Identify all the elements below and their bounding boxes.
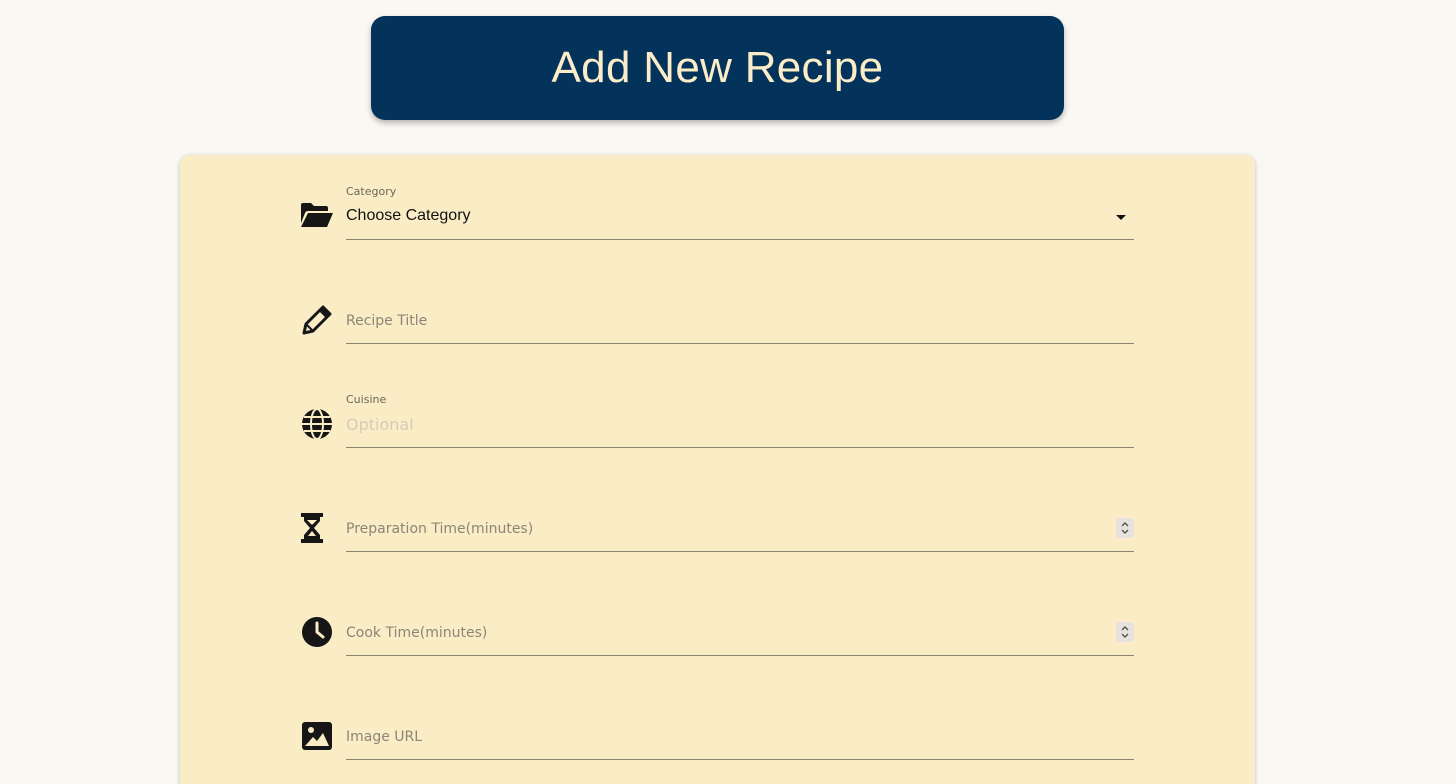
page-title: Add New Recipe [551, 43, 884, 92]
prep-time-placeholder: Preparation Time(minutes) [346, 521, 534, 537]
image-url-field: Image URL [300, 705, 1134, 760]
cuisine-placeholder: Optional [346, 415, 414, 434]
hourglass-icon [300, 511, 324, 545]
cook-time-input[interactable]: Cook Time(minutes) [346, 601, 1134, 656]
pencil-icon [300, 303, 334, 337]
cuisine-label: Cuisine [346, 393, 387, 406]
category-label: Category [346, 185, 397, 198]
image-icon [300, 719, 334, 753]
globe-icon [300, 407, 334, 441]
clock-icon [300, 615, 334, 649]
recipe-title-input[interactable]: Recipe Title [346, 289, 1134, 344]
category-selected-value: Choose Category [346, 207, 471, 224]
cook-time-field: Cook Time(minutes) [300, 601, 1134, 656]
category-select[interactable]: Category Choose Category [346, 185, 1134, 240]
cook-time-stepper[interactable] [1116, 622, 1134, 642]
image-url-input[interactable]: Image URL [346, 705, 1134, 760]
page-header-banner: Add New Recipe [371, 16, 1064, 120]
chevron-down-icon [1116, 215, 1126, 220]
recipe-title-field: Recipe Title [300, 289, 1134, 344]
image-url-placeholder: Image URL [346, 729, 423, 745]
page: Add New Recipe Category Choose Category [0, 0, 1456, 784]
prep-time-stepper[interactable] [1116, 518, 1134, 538]
cuisine-input[interactable]: Cuisine Optional [346, 393, 1134, 448]
recipe-title-placeholder: Recipe Title [346, 313, 428, 329]
cuisine-field: Cuisine Optional [300, 393, 1134, 448]
folder-open-icon [300, 198, 334, 232]
prep-time-field: Preparation Time(minutes) [300, 497, 1134, 552]
cook-time-placeholder: Cook Time(minutes) [346, 625, 488, 641]
category-field: Category Choose Category [300, 185, 1134, 240]
recipe-form: Category Choose Category Recipe Title Cu… [180, 155, 1255, 784]
prep-time-input[interactable]: Preparation Time(minutes) [346, 497, 1134, 552]
